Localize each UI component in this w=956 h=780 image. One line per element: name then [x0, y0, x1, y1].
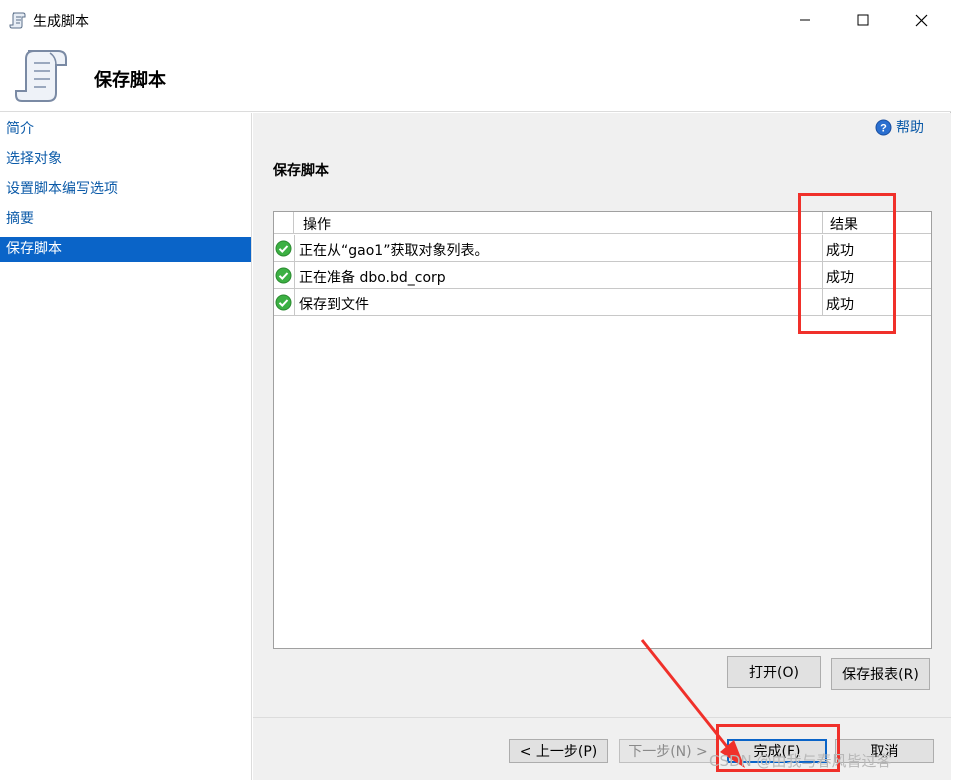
operation-cell: 正在准备 dbo.bd_corp: [299, 270, 446, 286]
close-button[interactable]: [892, 0, 950, 40]
script-scroll-icon: [15, 50, 67, 102]
cell-divider: [294, 262, 295, 289]
previous-button[interactable]: < 上一步(P): [509, 739, 608, 763]
sidebar-item-save-scripts[interactable]: 保存脚本: [0, 237, 251, 262]
watermark: CSDN @由我与春风皆过客: [709, 752, 892, 770]
sidebar-item-introduction[interactable]: 简介: [0, 117, 251, 142]
sidebar-item-scripting-options[interactable]: 设置脚本编写选项: [0, 177, 251, 202]
close-icon: [915, 14, 927, 26]
svg-text:?: ?: [880, 122, 887, 134]
header-banner: 保存脚本: [0, 40, 951, 112]
operation-cell: 正在从“gao1”获取对象列表。: [299, 243, 489, 259]
help-link[interactable]: ? 帮助: [875, 117, 924, 137]
minimize-button[interactable]: [776, 0, 834, 40]
window-title: 生成脚本: [33, 14, 89, 30]
title-bar[interactable]: 生成脚本: [0, 0, 951, 40]
save-report-button[interactable]: 保存报表(R): [831, 658, 930, 690]
column-header-operation[interactable]: 操作: [295, 214, 331, 234]
script-scroll-icon: [9, 12, 26, 29]
success-check-icon: [275, 294, 292, 311]
grid-header-icon-cell: [274, 212, 294, 234]
annotation-result-highlight: [798, 193, 896, 334]
footer-divider: [253, 717, 951, 718]
sidebar-item-choose-objects[interactable]: 选择对象: [0, 147, 251, 172]
help-label: 帮助: [896, 120, 924, 136]
wizard-sidebar: 简介 选择对象 设置脚本编写选项 摘要 保存脚本: [0, 113, 252, 780]
maximize-button[interactable]: [834, 0, 892, 40]
maximize-icon: [857, 14, 869, 26]
help-icon: ?: [875, 119, 892, 135]
cell-divider: [294, 235, 295, 262]
page-heading: 保存脚本: [94, 70, 166, 91]
operation-cell: 保存到文件: [299, 297, 369, 313]
minimize-icon: [800, 19, 810, 21]
generate-scripts-window: 生成脚本 保存脚本 简介 选择对象 设置脚本编写选项 摘要 保存脚本 ? 帮助 …: [0, 0, 951, 780]
sidebar-item-summary[interactable]: 摘要: [0, 207, 251, 232]
success-check-icon: [275, 267, 292, 284]
cell-divider: [294, 289, 295, 316]
next-button[interactable]: 下一步(N) >: [619, 739, 717, 763]
open-button[interactable]: 打开(O): [727, 656, 821, 688]
section-title: 保存脚本: [273, 163, 329, 179]
success-check-icon: [275, 240, 292, 257]
